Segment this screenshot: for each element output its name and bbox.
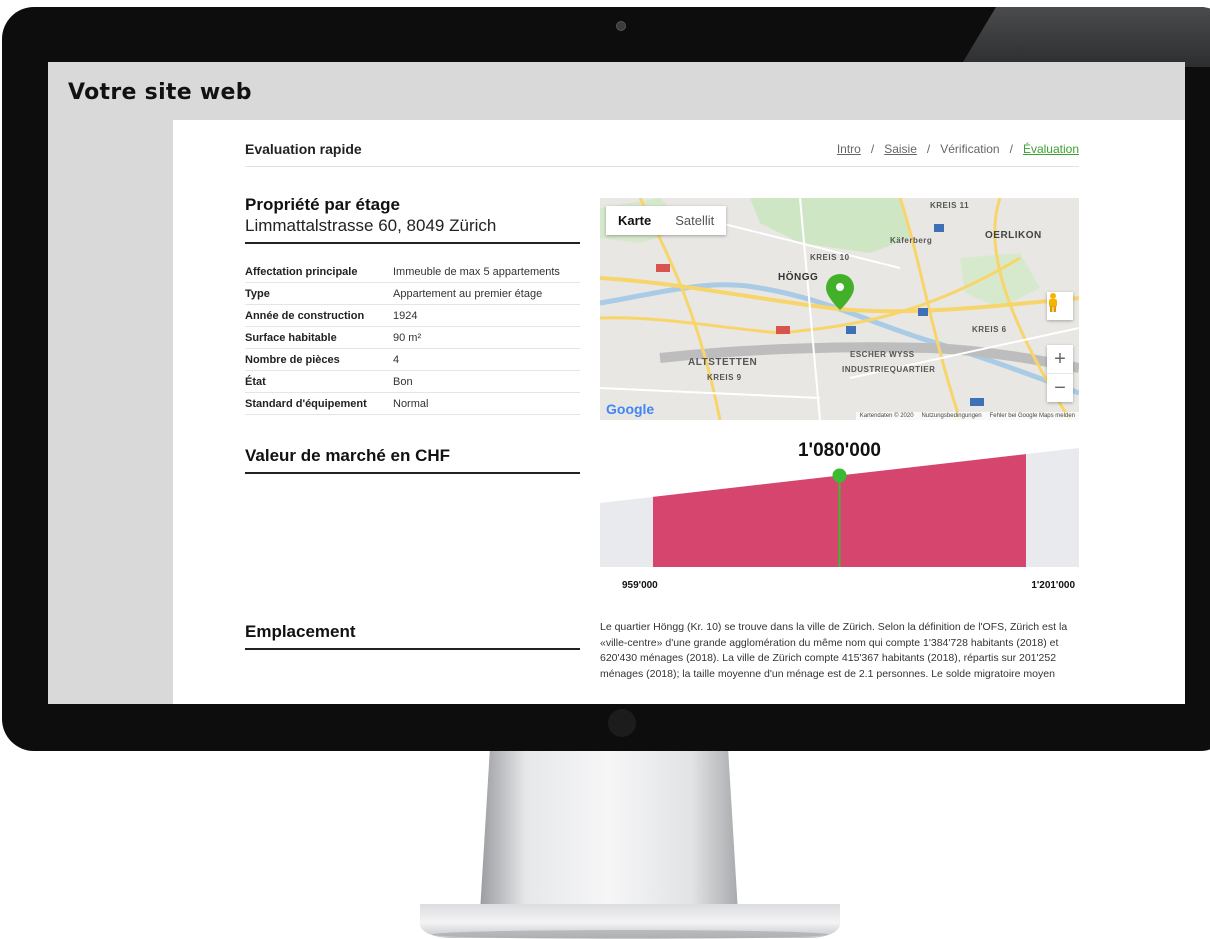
breadcrumb-separator: / [926, 142, 931, 156]
row-value: Appartement au premier étage [393, 282, 580, 305]
breadcrumb-evaluation[interactable]: Évaluation [1023, 142, 1079, 156]
chart-estimate-marker [832, 468, 847, 483]
table-row: Standard d'équipement Normal [245, 392, 580, 415]
breadcrumb-intro[interactable]: Intro [837, 142, 861, 156]
table-row: Affectation principale Immeuble de max 5 … [245, 261, 580, 283]
location-description: Le quartier Höngg (Kr. 10) se trouve dan… [600, 621, 1068, 680]
map-terms-link[interactable]: Nutzungsbedingungen [922, 413, 982, 419]
table-row: Année de construction 1924 [245, 304, 580, 327]
map[interactable]: KREIS 11 OERLIKON Käferberg KREIS 10 HÖN… [600, 198, 1079, 420]
map-label: KREIS 11 [930, 201, 970, 210]
map-label: HÖNGG [778, 272, 819, 283]
pegman-icon[interactable] [1047, 292, 1073, 320]
app-title: Evaluation rapide [245, 141, 362, 157]
row-value: 90 m² [393, 326, 580, 349]
monitor-logo-icon [608, 709, 636, 737]
top-bar: Evaluation rapide Intro / Saisie / Vérif… [245, 120, 1079, 167]
page-content: Evaluation rapide Intro / Saisie / Vérif… [245, 120, 1079, 680]
monitor-bezel: Votre site web Evaluation rapide Intro /… [2, 7, 1210, 751]
row-key: Affectation principale [245, 261, 393, 283]
row-key: Année de construction [245, 304, 393, 327]
row-value: Immeuble de max 5 appartements [393, 261, 580, 283]
market-value-max: 1'201'000 [1031, 580, 1075, 591]
zoom-out-button[interactable]: − [1047, 373, 1073, 402]
row-key: État [245, 370, 393, 393]
monitor-shadow [432, 930, 828, 939]
map-attribution: Kartendaten © 2020 [859, 413, 914, 419]
bezel-glare [960, 7, 1210, 67]
map-label: KREIS 10 [810, 253, 850, 262]
map-label: INDUSTRIEQUARTIER [842, 365, 936, 374]
property-address: Limmattalstrasse 60, 8049 Zürich [245, 216, 497, 235]
map-label: ALTSTETTEN [688, 357, 758, 368]
camera-icon [616, 21, 626, 31]
map-label: OERLIKON [985, 230, 1042, 241]
map-label: KREIS 6 [972, 325, 1007, 334]
property-heading: Propriété par étage Limmattalstrasse 60,… [245, 195, 580, 244]
map-footer: Kartendaten © 2020 Nutzungsbedingungen F… [855, 412, 1079, 420]
zoom-in-button[interactable]: + [1047, 345, 1073, 373]
market-value-min: 959'000 [622, 580, 658, 591]
table-row: Surface habitable 90 m² [245, 326, 580, 349]
row-key: Surface habitable [245, 326, 393, 349]
market-value-svg [600, 448, 1079, 567]
google-logo: Google [606, 401, 655, 417]
row-value: 1924 [393, 304, 580, 327]
map-label: Käferberg [890, 236, 933, 245]
map-type-tabs: Karte Satellit [606, 206, 727, 235]
row-value: 4 [393, 348, 580, 371]
table-row: Nombre de pièces 4 [245, 348, 580, 371]
breadcrumb-saisie[interactable]: Saisie [884, 142, 917, 156]
row-value: Normal [393, 392, 580, 415]
screen-label: Votre site web [68, 80, 252, 105]
map-label: ESCHER WYSS [850, 350, 915, 359]
property-table: Affectation principale Immeuble de max 5 … [245, 261, 580, 415]
map-tab-satellit[interactable]: Satellit [663, 206, 726, 235]
property-title: Propriété par étage [245, 195, 400, 214]
market-value-estimate: 1'080'000 [797, 440, 881, 461]
map-label: KREIS 9 [707, 373, 742, 382]
market-value-chart: 1'080'000 959'000 1'201'000 [600, 440, 1079, 595]
screen: Votre site web Evaluation rapide Intro /… [48, 62, 1185, 704]
table-row: Type Appartement au premier étage [245, 282, 580, 305]
map-report-link[interactable]: Fehler bei Google Maps melden [990, 413, 1075, 419]
zoom-controls: + − [1047, 345, 1073, 402]
breadcrumb-separator: / [1009, 142, 1013, 156]
monitor-stand [480, 742, 738, 912]
row-key: Type [245, 282, 393, 305]
map-tab-karte[interactable]: Karte [606, 206, 663, 235]
web-page: Evaluation rapide Intro / Saisie / Vérif… [173, 120, 1185, 704]
breadcrumb: Intro / Saisie / Vérification / Évaluati… [837, 142, 1079, 156]
market-value-heading: Valeur de marché en CHF [245, 446, 580, 474]
breadcrumb-separator: / [870, 142, 875, 156]
table-row: État Bon [245, 370, 580, 393]
row-key: Nombre de pièces [245, 348, 393, 371]
location-heading: Emplacement [245, 622, 580, 650]
breadcrumb-verification: Vérification [940, 142, 1000, 156]
row-key: Standard d'équipement [245, 392, 393, 415]
row-value: Bon [393, 370, 580, 393]
